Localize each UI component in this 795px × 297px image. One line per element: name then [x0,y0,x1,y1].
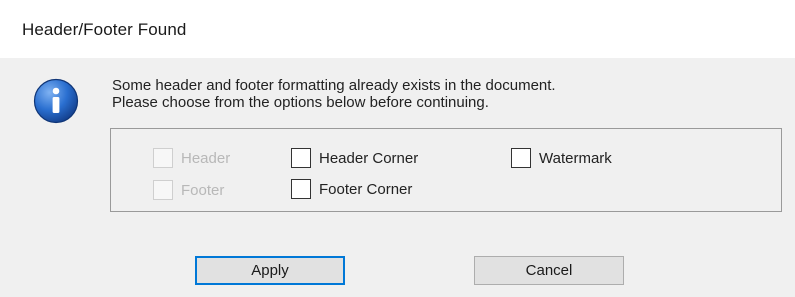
watermark-checkbox-box[interactable] [511,148,531,168]
header-checkbox-label: Header [181,149,231,167]
footer-checkbox: Footer [153,180,224,200]
options-group: Header Footer Header Corner Footer Corne… [110,128,782,212]
header-corner-checkbox-label[interactable]: Header Corner [319,150,418,167]
watermark-checkbox[interactable]: Watermark [511,148,612,168]
header-corner-checkbox-box[interactable] [291,148,311,168]
header-corner-checkbox[interactable]: Header Corner [291,148,418,168]
cancel-button[interactable]: Cancel [474,256,624,285]
footer-corner-checkbox-label[interactable]: Footer Corner [319,181,412,198]
header-checkbox: Header [153,148,230,168]
footer-corner-checkbox[interactable]: Footer Corner [291,179,412,199]
footer-checkbox-box [153,180,173,200]
apply-button[interactable]: Apply [195,256,345,285]
dialog-title: Header/Footer Found [22,20,187,39]
title-bar: Header/Footer Found [0,0,795,58]
footer-checkbox-label: Footer [181,181,225,199]
footer-corner-checkbox-box[interactable] [291,179,311,199]
message-line-1: Some header and footer formatting alread… [112,77,556,94]
header-checkbox-box [153,148,173,168]
message-text: Some header and footer formatting alread… [112,77,556,111]
watermark-checkbox-label[interactable]: Watermark [539,150,612,167]
info-icon [33,78,79,124]
header-footer-dialog: Header/Footer Found Some header and foot… [0,0,795,297]
message-line-2: Please choose from the options below bef… [112,94,489,111]
